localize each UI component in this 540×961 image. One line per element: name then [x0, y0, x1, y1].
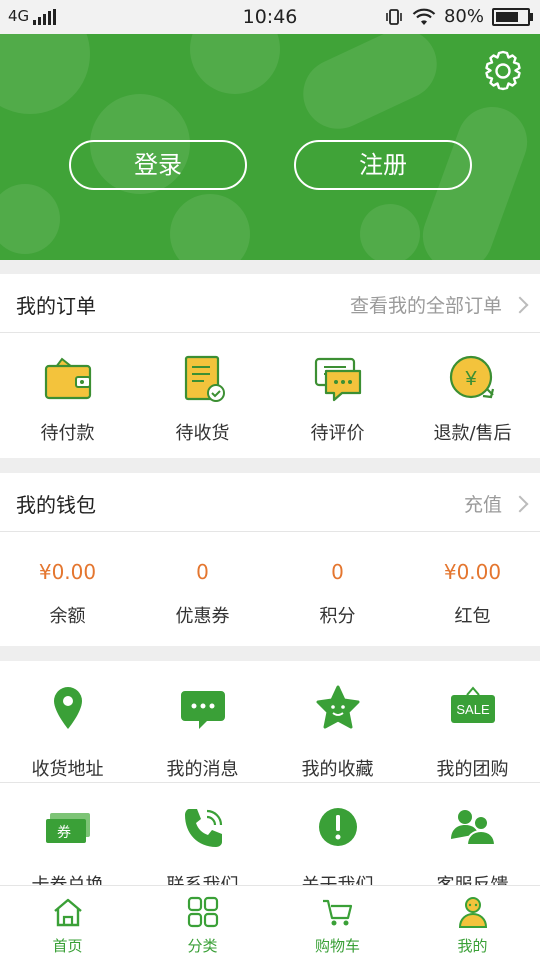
wallet-value: ¥0.00	[38, 560, 97, 584]
info-icon	[318, 808, 357, 846]
comment-icon	[314, 357, 361, 402]
order-label: 待评价	[310, 423, 365, 444]
wallet-icon	[44, 357, 91, 400]
wallet-value: 0	[331, 560, 344, 584]
service-address[interactable]: 收货地址	[0, 683, 135, 782]
tab-profile[interactable]: 我的	[405, 886, 540, 961]
tab-label: 我的	[457, 937, 488, 955]
wallet-value: 0	[196, 560, 209, 584]
service-label: 我的消息	[166, 759, 239, 780]
phone-icon	[184, 809, 222, 847]
profile-header: 登录 注册	[0, 34, 540, 260]
order-pending-review[interactable]: 待评价	[270, 353, 405, 445]
wifi-icon	[412, 8, 436, 25]
wallet-points[interactable]: 0 积分	[270, 560, 405, 628]
order-label: 退款/售后	[433, 423, 512, 444]
sale-icon: SALE	[450, 686, 495, 723]
battery-percent: 80%	[443, 6, 484, 27]
order-label: 待收货	[175, 423, 230, 444]
wallet-balance[interactable]: ¥0.00 余额	[0, 560, 135, 628]
recharge-link[interactable]: 充值	[464, 490, 529, 517]
wallet-label: 优惠券	[175, 606, 230, 627]
location-icon	[53, 687, 82, 729]
decor-shape	[170, 194, 250, 260]
users-icon	[450, 810, 496, 846]
wallet-red-packet[interactable]: ¥0.00 红包	[405, 560, 540, 628]
tab-cart[interactable]: 购物车	[270, 886, 405, 961]
message-icon	[180, 691, 225, 729]
wallet-section: 我的钱包 充值 ¥0.00 余额 0 优惠券 0 积分 ¥0.00 红包	[0, 473, 540, 646]
order-label: 待付款	[40, 423, 95, 444]
vibrate-icon	[386, 8, 402, 25]
view-all-orders-link[interactable]: 查看我的全部订单	[350, 291, 529, 318]
decor-shape	[0, 184, 60, 254]
decor-shape	[190, 34, 280, 94]
svg-text:¥: ¥	[464, 368, 477, 390]
gear-icon[interactable]	[480, 48, 526, 94]
register-button[interactable]: 注册	[294, 140, 472, 190]
service-coupon-redeem[interactable]: 券 卡券兑换	[0, 803, 135, 897]
chevron-right-icon	[511, 495, 529, 512]
tab-home[interactable]: 首页	[0, 886, 135, 961]
profile-icon	[458, 897, 487, 928]
service-feedback[interactable]: 客服反馈	[405, 803, 540, 897]
cart-icon	[322, 899, 352, 926]
tab-label: 首页	[52, 937, 83, 955]
order-pending-receipt[interactable]: 待收货	[135, 353, 270, 445]
orders-title: 我的订单	[16, 294, 96, 318]
service-group-buy[interactable]: SALE 我的团购	[405, 683, 540, 782]
decor-shape	[360, 204, 420, 260]
status-bar: 4G 10:46 80%	[0, 0, 540, 34]
service-messages[interactable]: 我的消息	[135, 683, 270, 782]
wallet-label: 积分	[319, 606, 356, 627]
tab-label: 购物车	[314, 937, 360, 955]
wallet-value: ¥0.00	[443, 560, 502, 584]
service-about[interactable]: 关于我们	[270, 803, 405, 897]
refund-icon: ¥	[449, 355, 494, 399]
orders-section: 我的订单 查看我的全部订单 待付款 待收货 待评价 ¥ 退款/售后	[0, 274, 540, 458]
service-favorites[interactable]: 我的收藏	[270, 683, 405, 782]
chevron-right-icon	[511, 296, 529, 313]
sale-badge-text: SALE	[456, 702, 490, 717]
coupon-badge-text: 券	[57, 825, 71, 841]
service-label: 收货地址	[31, 759, 104, 780]
service-contact[interactable]: 联系我们	[135, 803, 270, 897]
coupon-icon: 券	[45, 813, 90, 843]
order-refund[interactable]: ¥ 退款/售后	[405, 353, 540, 445]
bottom-tab-bar: 首页 分类 购物车 我的	[0, 885, 540, 961]
wallet-coupons[interactable]: 0 优惠券	[135, 560, 270, 628]
home-icon	[53, 898, 82, 927]
star-icon	[316, 685, 359, 729]
wallet-title: 我的钱包	[16, 493, 96, 517]
service-label: 我的团购	[436, 759, 509, 780]
order-pending-payment[interactable]: 待付款	[0, 353, 135, 445]
decor-shape	[0, 34, 90, 114]
services-section: 收货地址 我的消息 我的收藏 SALE 我的团购 券 卡券兑换 联系我们 关于我…	[0, 661, 540, 896]
wallet-label: 红包	[454, 606, 491, 627]
wallet-label: 余额	[49, 606, 86, 627]
login-button[interactable]: 登录	[69, 140, 247, 190]
tab-category[interactable]: 分类	[135, 886, 270, 961]
package-icon	[184, 355, 225, 402]
battery-icon	[492, 7, 533, 26]
service-label: 我的收藏	[301, 759, 374, 780]
decor-shape	[291, 34, 449, 141]
category-icon	[187, 896, 218, 928]
tab-label: 分类	[187, 937, 218, 955]
